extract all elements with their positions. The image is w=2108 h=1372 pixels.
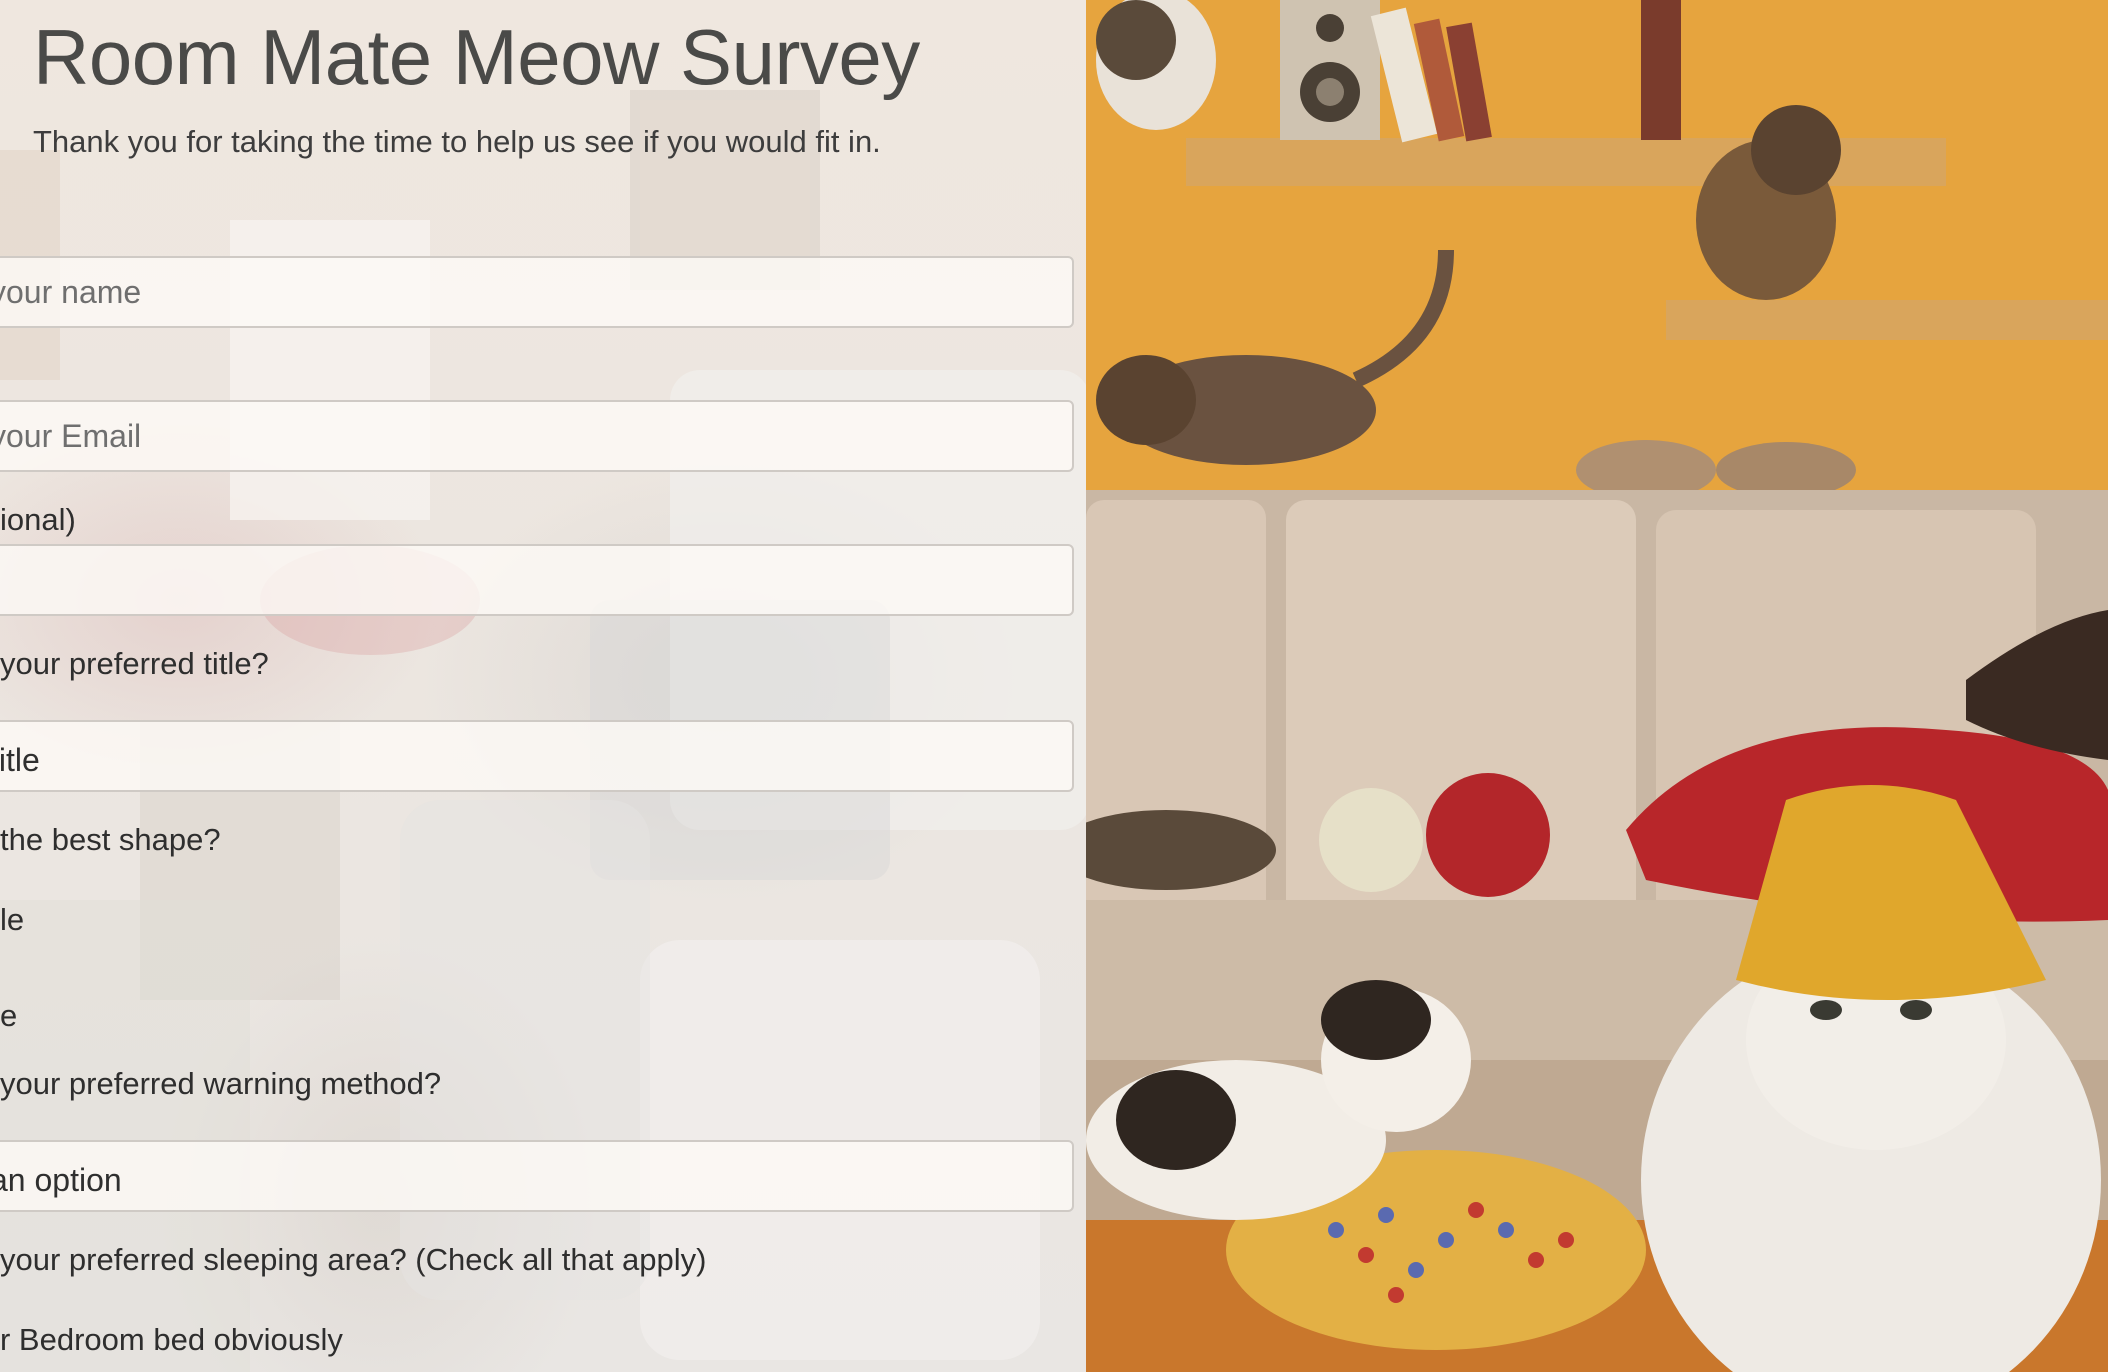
warning-select[interactable]: an option <box>0 1140 1074 1212</box>
survey-form: Room Mate Meow Survey Thank you for taki… <box>0 0 1086 1372</box>
sleeping-option-label[interactable]: r Bedroom bed obviously <box>0 1322 343 1358</box>
email-input[interactable] <box>0 400 1074 472</box>
age-input[interactable] <box>0 544 1074 616</box>
age-label: ional) <box>0 502 76 537</box>
survey-panel: Room Mate Meow Survey Thank you for taki… <box>0 0 1086 1372</box>
cats-living-room-photo <box>1086 0 2108 1372</box>
name-input[interactable] <box>0 256 1074 328</box>
sleeping-question-label: your preferred sleeping area? (Check all… <box>0 1242 707 1277</box>
title-question-label: your preferred title? <box>0 646 269 681</box>
page-description: Thank you for taking the time to help us… <box>33 124 881 159</box>
shape-question-label: the best shape? <box>0 822 221 857</box>
title-select[interactable]: title <box>0 720 1074 792</box>
warning-select-value: an option <box>0 1162 122 1198</box>
page-title: Room Mate Meow Survey <box>33 13 920 101</box>
shape-option-label[interactable]: le <box>0 902 24 938</box>
shape-option-label[interactable]: e <box>0 998 17 1034</box>
warning-question-label: your preferred warning method? <box>0 1066 442 1101</box>
title-select-value: title <box>0 742 40 778</box>
